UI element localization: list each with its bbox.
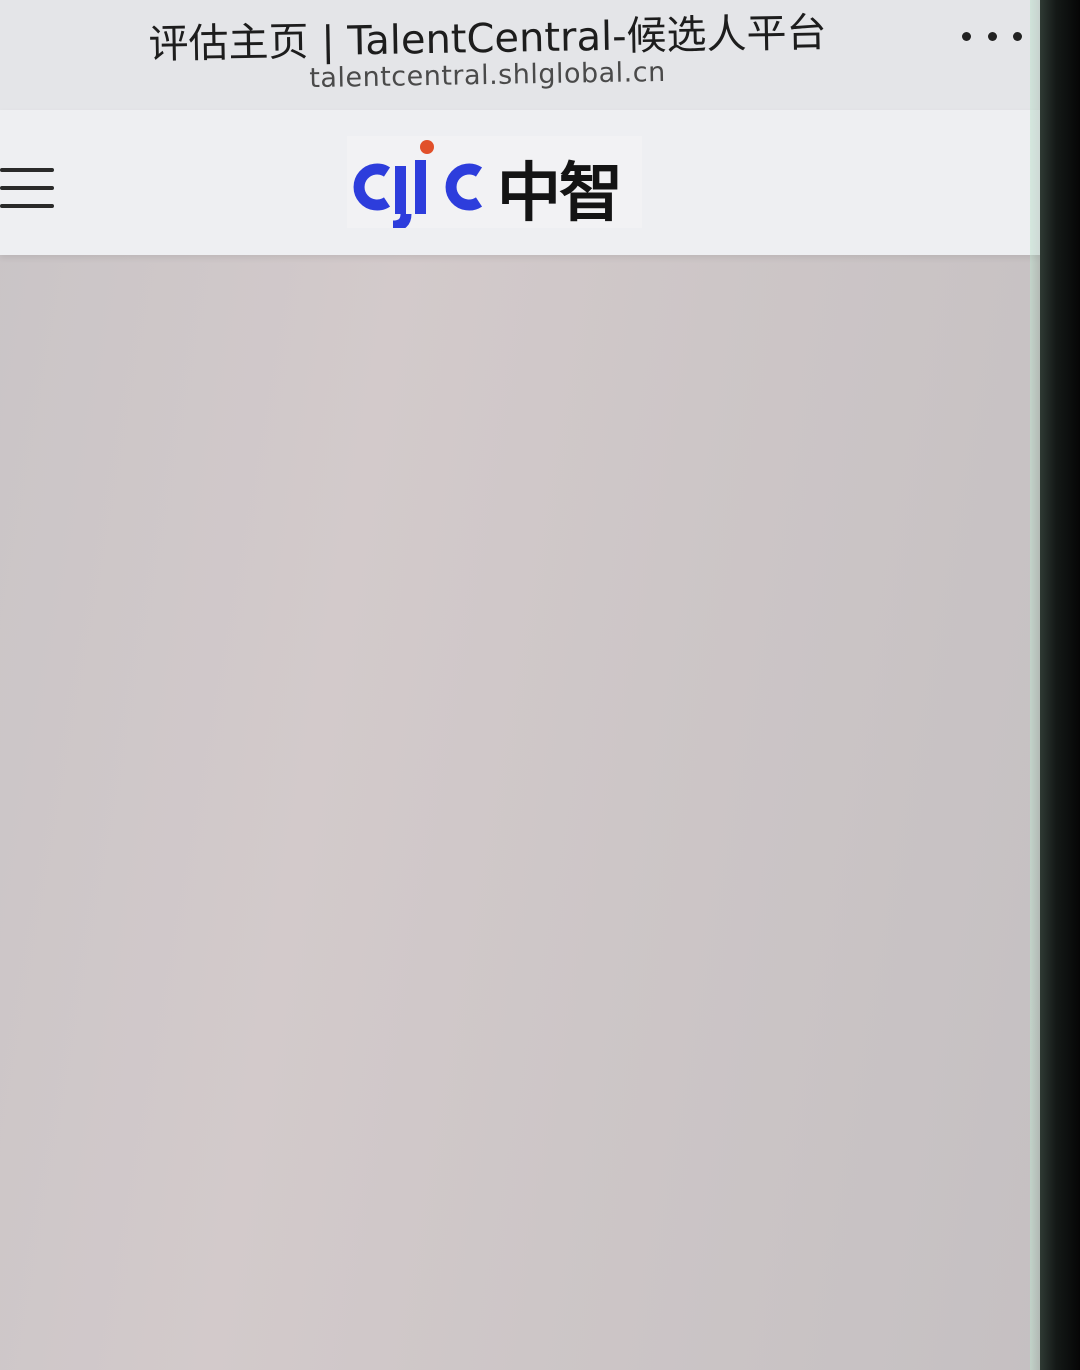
- more-dot: [987, 31, 997, 41]
- phone-bezel: [1040, 0, 1080, 1370]
- more-options-icon[interactable]: [962, 18, 1022, 54]
- more-dot: [962, 31, 971, 41]
- menu-line: [0, 204, 54, 208]
- cjic-logo[interactable]: 中智: [347, 136, 642, 231]
- logo-text-cn: 中智: [497, 157, 623, 231]
- site-header: 中智: [0, 110, 1040, 255]
- page-content-area: [0, 255, 1040, 1370]
- browser-title-bar: 评估主页 | TalentCentral-候选人平台 talentcentral…: [0, 0, 1040, 110]
- menu-line: [0, 186, 54, 190]
- cjic-logo-mark: [353, 140, 483, 228]
- more-dot: [1013, 31, 1022, 41]
- phone-device: 评估主页 | TalentCentral-候选人平台 talentcentral…: [0, 0, 1080, 1370]
- hamburger-menu-icon[interactable]: [0, 168, 56, 208]
- phone-screen: 评估主页 | TalentCentral-候选人平台 talentcentral…: [0, 0, 1040, 1370]
- menu-line: [0, 168, 54, 172]
